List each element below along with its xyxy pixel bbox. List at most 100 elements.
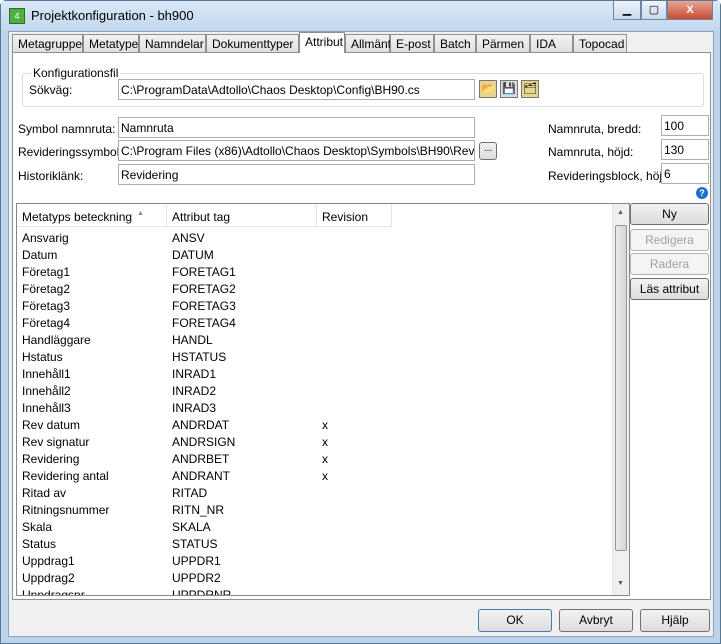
width-input[interactable]: 100 <box>661 115 709 136</box>
table-row[interactable]: Uppdrag2 UPPDR2 <box>17 570 613 587</box>
scroll-up-icon[interactable]: ▲ <box>617 209 624 216</box>
revision-cell: x <box>322 469 328 483</box>
metatype-cell: Uppdrag1 <box>22 554 75 568</box>
vertical-scrollbar[interactable]: ▲ ▼ <box>612 204 629 595</box>
attribute-list[interactable]: Metatyps beteckning ▲ Attribut tag Revisi… <box>16 203 630 596</box>
table-row[interactable]: Företag4 FORETAG4 <box>17 315 613 332</box>
tab-epost[interactable]: E-post <box>390 34 434 52</box>
scrollbar-thumb[interactable] <box>615 225 627 551</box>
rev-height-label: Revideringsblock, höjd: <box>548 169 673 183</box>
width-label: Namnruta, bredd: <box>548 122 642 136</box>
table-row[interactable]: Företag2 FORETAG2 <box>17 281 613 298</box>
tab-batch[interactable]: Batch <box>434 34 476 52</box>
tab-allmänt[interactable]: Allmänt <box>345 34 391 52</box>
metatype-cell: Ansvarig <box>22 231 69 245</box>
history-input[interactable]: Revidering <box>118 164 475 185</box>
metatype-cell: Ritad av <box>22 486 67 500</box>
table-row[interactable]: Ritad av RITAD <box>17 485 613 502</box>
attribute-tag-cell: DATUM <box>172 248 214 262</box>
metatype-cell: Rev signatur <box>22 435 90 449</box>
revision-cell: x <box>322 452 328 466</box>
help-icon[interactable]: ? <box>696 187 708 199</box>
table-row[interactable]: Innehåll2 INRAD2 <box>17 383 613 400</box>
table-row[interactable]: Ansvarig ANSV <box>17 230 613 247</box>
attribute-tag-cell: INRAD3 <box>172 401 217 415</box>
table-row[interactable]: Status STATUS <box>17 536 613 553</box>
attribute-tag-cell: HANDL <box>172 333 213 347</box>
window-title: Projektkonfiguration - bh900 <box>31 8 194 23</box>
column-header-attribute-tag[interactable]: Attribut tag <box>167 204 317 227</box>
metatype-cell: Företag4 <box>22 316 71 330</box>
height-input[interactable]: 130 <box>661 139 709 160</box>
table-row[interactable]: Revidering ANDRBET x <box>17 451 613 468</box>
rev-symbol-input[interactable]: C:\Program Files (x86)\Adtollo\Chaos Des… <box>118 140 475 161</box>
tab-metagrupper[interactable]: Metagrupper <box>12 34 86 52</box>
table-row[interactable]: Uppdrag1 UPPDR1 <box>17 553 613 570</box>
metatype-cell: Innehåll2 <box>22 384 71 398</box>
attribute-tag-cell: FORETAG1 <box>172 265 236 279</box>
tab-metatyper[interactable]: Metatyper <box>83 34 142 52</box>
attribute-tag-cell: ANDRDAT <box>172 418 230 432</box>
new-button[interactable]: Ny <box>630 203 709 225</box>
cancel-button[interactable]: Avbryt <box>559 609 633 632</box>
attribute-tag-cell: SKALA <box>172 520 211 534</box>
table-row[interactable]: Skala SKALA <box>17 519 613 536</box>
browse-button[interactable]: ... <box>479 142 497 160</box>
tab-topocad[interactable]: Topocad <box>573 34 627 52</box>
table-row[interactable]: Ritningsnummer RITN_NR <box>17 502 613 519</box>
attribute-tag-cell: ANDRSIGN <box>172 435 236 449</box>
metatype-cell: Företag1 <box>22 265 71 279</box>
table-row[interactable]: Handläggare HANDL <box>17 332 613 349</box>
table-row[interactable]: Hstatus HSTATUS <box>17 349 613 366</box>
tab-attribut[interactable]: Attribut <box>299 32 345 53</box>
metatype-cell: Uppdragsnr <box>22 588 85 596</box>
rev-height-input[interactable]: 6 <box>661 163 709 184</box>
attribute-tag-cell: ANDRBET <box>172 452 230 466</box>
sort-arrow-icon: ▲ <box>137 210 144 217</box>
open-folder-icon[interactable]: 📂 <box>479 80 497 98</box>
metatype-cell: Företag2 <box>22 282 71 296</box>
column-label: Metatyps beteckning <box>22 210 133 224</box>
table-row[interactable]: Innehåll1 INRAD1 <box>17 366 613 383</box>
delete-button[interactable]: Radera <box>630 253 709 275</box>
window: 4 Projektkonfiguration - bh900 ▁ ▢ X Met… <box>0 0 721 644</box>
help-button[interactable]: Hjälp <box>640 609 710 632</box>
metatype-cell: Revidering antal <box>22 469 109 483</box>
table-row[interactable]: Datum DATUM <box>17 247 613 264</box>
column-header-revision[interactable]: Revision <box>317 204 392 227</box>
tab-pärmen[interactable]: Pärmen <box>476 34 530 52</box>
ok-button[interactable]: OK <box>478 609 552 632</box>
symbol-input[interactable]: Namnruta <box>118 117 475 138</box>
attribute-tag-cell: FORETAG3 <box>172 299 236 313</box>
attribut-panel: Konfigurationsfil Sökväg: C:\ProgramData… <box>12 52 711 600</box>
maximize-button[interactable]: ▢ <box>641 1 667 20</box>
metatype-cell: Rev datum <box>22 418 81 432</box>
save-as-icon[interactable]: 🗂 <box>521 80 539 98</box>
save-icon[interactable]: 💾 <box>500 80 518 98</box>
table-row[interactable]: Innehåll3 INRAD3 <box>17 400 613 417</box>
tab-ida[interactable]: IDA <box>530 34 573 52</box>
attribute-tag-cell: UPPDRNR <box>172 588 232 596</box>
scroll-down-icon[interactable]: ▼ <box>617 580 624 587</box>
attribute-tag-cell: UPPDR2 <box>172 571 221 585</box>
table-row[interactable]: Rev signatur ANDRSIGN x <box>17 434 613 451</box>
tab-namndelar[interactable]: Namndelar <box>139 34 206 52</box>
revision-cell: x <box>322 435 328 449</box>
minimize-button[interactable]: ▁ <box>613 1 641 20</box>
tab-dokumenttyper[interactable]: Dokumenttyper <box>206 34 299 52</box>
symbol-label: Symbol namnruta: <box>18 122 116 136</box>
attribute-tag-cell: RITAD <box>172 486 208 500</box>
attribute-tag-cell: INRAD1 <box>172 367 217 381</box>
table-row[interactable]: Rev datum ANDRDAT x <box>17 417 613 434</box>
table-row[interactable]: Företag1 FORETAG1 <box>17 264 613 281</box>
table-row[interactable]: Uppdragsnr UPPDRNR <box>17 587 613 596</box>
history-label: Historiklänk: <box>18 169 84 183</box>
edit-button[interactable]: Redigera <box>630 229 709 251</box>
read-attributes-button[interactable]: Läs attribut <box>630 278 709 300</box>
title-bar: 4 Projektkonfiguration - bh900 ▁ ▢ X <box>1 1 720 31</box>
table-row[interactable]: Revidering antal ANDRANT x <box>17 468 613 485</box>
column-header-metatype[interactable]: Metatyps beteckning ▲ <box>17 204 167 227</box>
table-row[interactable]: Företag3 FORETAG3 <box>17 298 613 315</box>
close-button[interactable]: X <box>667 1 713 20</box>
path-input[interactable]: C:\ProgramData\Adtollo\Chaos Desktop\Con… <box>118 79 475 100</box>
